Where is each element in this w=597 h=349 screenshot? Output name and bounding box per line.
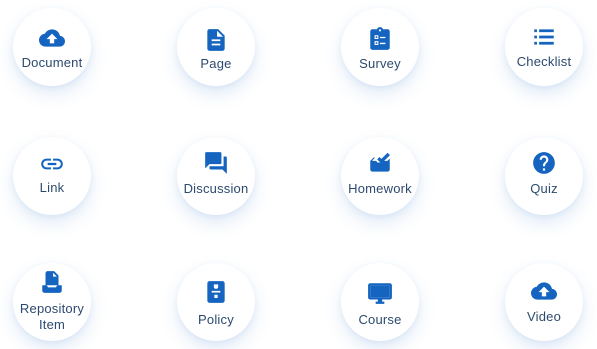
document-label: Document <box>21 55 83 70</box>
policy-label: Policy <box>198 312 234 327</box>
clipboard-checklist-icon <box>367 26 393 52</box>
course-label: Course <box>358 312 402 327</box>
cloud-upload-icon <box>531 278 557 304</box>
page-label: Page <box>200 56 232 71</box>
homework-option[interactable]: Homework <box>341 137 419 215</box>
repository-item-option[interactable]: Repository Item <box>13 263 91 341</box>
homework-label: Homework <box>348 181 412 196</box>
link-icon <box>39 151 65 177</box>
question-circle-icon <box>531 150 557 176</box>
course-option[interactable]: Course <box>341 263 419 341</box>
video-label: Video <box>526 309 561 324</box>
checklist-label: Checklist <box>516 54 572 69</box>
link-option[interactable]: Link <box>13 137 91 215</box>
repository-item-label: Repository Item <box>3 301 101 333</box>
quiz-option[interactable]: Quiz <box>505 137 583 215</box>
list-icon <box>531 24 557 50</box>
discussion-option[interactable]: Discussion <box>177 137 255 215</box>
document-option[interactable]: Document <box>13 8 91 86</box>
video-option[interactable]: Video <box>505 263 583 341</box>
monitor-icon <box>367 280 393 306</box>
survey-label: Survey <box>359 56 401 71</box>
survey-option[interactable]: Survey <box>341 8 419 86</box>
discussion-label: Discussion <box>183 181 249 196</box>
policy-option[interactable]: Policy <box>177 263 255 341</box>
content-type-picker: Document Page Survey Checklist Link Disc… <box>0 0 597 349</box>
chat-bubbles-icon <box>203 150 229 176</box>
cloud-upload-icon <box>39 25 65 51</box>
page-option[interactable]: Page <box>177 8 255 86</box>
page-icon <box>203 27 229 53</box>
policy-book-icon <box>203 279 229 305</box>
quiz-label: Quiz <box>530 181 558 196</box>
repository-icon <box>39 269 65 295</box>
repository-item-label-line2: Item <box>38 317 66 332</box>
repository-item-label-line1: Repository <box>19 301 85 316</box>
link-label: Link <box>39 180 65 195</box>
inbox-check-icon <box>367 150 393 176</box>
checklist-option[interactable]: Checklist <box>505 8 583 86</box>
